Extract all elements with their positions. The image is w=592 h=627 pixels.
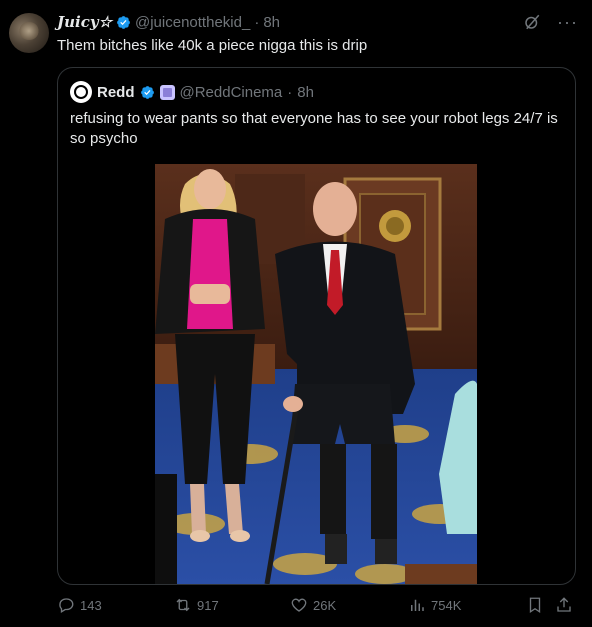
bookmark-button[interactable]	[526, 596, 544, 614]
tweet-header: Juicy☆ @juicenotthekid_ · 8h	[57, 13, 280, 31]
share-icon	[557, 597, 571, 612]
author-handle[interactable]: @juicenotthekid_	[135, 14, 250, 31]
post-time[interactable]: 8h	[263, 14, 280, 31]
bookmark-icon	[529, 597, 541, 614]
top-actions: ···	[523, 13, 578, 31]
repost-button[interactable]: 917	[174, 596, 219, 614]
grok-icon[interactable]	[523, 13, 541, 31]
views-count: 754K	[431, 597, 462, 613]
quoted-post-text: refusing to wear pants so that everyone …	[70, 110, 558, 147]
quoted-author-name[interactable]: Redd	[97, 84, 135, 101]
author-avatar[interactable]	[9, 13, 49, 53]
quoted-post-time[interactable]: 8h	[297, 84, 314, 101]
share-button[interactable]	[555, 596, 573, 614]
quoted-post-photo[interactable]	[155, 164, 477, 584]
post-text: Them bitches like 40k a piece nigga this…	[57, 37, 368, 54]
photo-illustration	[155, 164, 477, 584]
header-separator: ·	[254, 13, 260, 31]
tweet[interactable]: Juicy☆ @juicenotthekid_ · 8h ··· Them bi…	[0, 0, 592, 627]
affiliate-badge-icon	[159, 84, 175, 100]
quoted-separator: ·	[287, 83, 293, 101]
reply-icon	[59, 598, 74, 613]
verified-badge-icon	[117, 15, 130, 29]
like-icon	[291, 598, 307, 612]
like-count: 26K	[313, 597, 337, 613]
reply-button[interactable]: 143	[57, 596, 102, 614]
quoted-header: Redd @ReddCinema · 8h	[70, 81, 314, 103]
repost-count: 917	[197, 597, 219, 613]
quoted-author-avatar[interactable]	[70, 81, 92, 103]
quoted-author-handle[interactable]: @ReddCinema	[180, 84, 283, 101]
quoted-verified-badge-icon	[140, 85, 154, 99]
action-bar: 143 917 26K 754K	[57, 596, 574, 616]
views-icon	[411, 599, 424, 611]
reply-count: 143	[80, 597, 102, 613]
repost-icon	[176, 598, 190, 612]
views-button[interactable]: 754K	[408, 596, 461, 614]
like-button[interactable]: 26K	[290, 596, 336, 614]
author-name[interactable]: Juicy☆	[57, 13, 112, 31]
quoted-tweet[interactable]: Redd @ReddCinema · 8h refusing to wear p…	[57, 67, 576, 585]
more-icon[interactable]: ···	[557, 13, 578, 31]
